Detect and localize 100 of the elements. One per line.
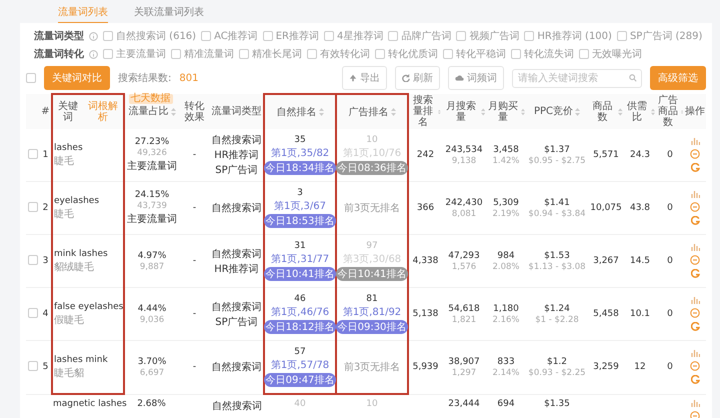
filter-option[interactable]: 转化优质词: [375, 47, 438, 61]
filter-option[interactable]: 自然搜索词 (616): [103, 29, 196, 43]
monthly-purchases: 984: [497, 250, 515, 260]
supply-demand-ratio: 14.5: [630, 256, 650, 266]
filter-option[interactable]: 转化流失词: [511, 47, 574, 61]
row-number: 1: [42, 150, 48, 160]
filter-option[interactable]: SP广告词 (289): [616, 29, 702, 43]
monthly-searches: 243,534: [445, 144, 483, 154]
traffic-tag: 主要流量词: [127, 159, 177, 173]
filter-option[interactable]: 有效转化词: [307, 47, 370, 61]
ppc-range: $0.93 - $2.25: [528, 368, 586, 378]
purchase-rate: 2.08%: [492, 262, 520, 272]
keyword-translation: 睫毛: [54, 208, 74, 220]
filter-option[interactable]: HR推荐词 (100): [524, 29, 612, 43]
rank-time-badge: 今日18:12排名: [264, 320, 336, 334]
monthly-purchases: 5,309: [493, 198, 519, 208]
product-count: 3,259: [593, 362, 619, 372]
no-rank-text: 前3页无排名: [344, 362, 400, 373]
search-rank: 4,338: [412, 256, 438, 266]
keyword-translation: 睫毛貂: [54, 366, 84, 380]
monthly-searches: 47,293: [448, 250, 480, 260]
rank-time-badge: 今日09:47排名: [264, 373, 336, 387]
rank-page: 第1页,46/76: [270, 306, 330, 319]
traffic-share: 27.23%: [134, 137, 170, 147]
rank-number: 31: [294, 241, 306, 251]
ppc-bid: $1.24: [544, 304, 570, 314]
monthly-purchases: 3,458: [493, 144, 519, 154]
keyword-type: 自然搜索词: [212, 400, 262, 412]
conversion-value: -: [192, 362, 196, 372]
column-header: 广告商品数: [656, 94, 684, 129]
column-header: 商品数: [588, 94, 624, 129]
ad-product-count: 0: [667, 362, 673, 372]
conversion-value: -: [192, 150, 196, 160]
traffic-count: 9,887: [140, 262, 164, 272]
keyword-text: lashes: [54, 142, 83, 152]
rank-page: 第1页,3/67: [274, 200, 326, 213]
filter-option[interactable]: 无效曝光词: [579, 47, 642, 61]
refresh-button[interactable]: 刷新: [395, 66, 440, 90]
keyword-type: 自然搜索词: [212, 360, 262, 374]
keyword-type: 自然搜索词: [212, 248, 262, 260]
supply-demand-ratio: 12: [634, 362, 646, 372]
keyword-translation: 貂绒睫毛: [54, 260, 94, 274]
keyword-text: mink lashes: [54, 248, 108, 258]
keyword-text: false eyelashes: [54, 302, 124, 312]
keyword-type: HR推荐词: [214, 262, 259, 276]
rank-number: 3: [297, 188, 303, 198]
ppc-bid: $1.41: [544, 198, 570, 208]
ad-product-count: 0: [667, 256, 673, 266]
ppc-range: $0.94 - $3.84: [528, 208, 586, 218]
monthly-searches-sub: 9,138: [452, 156, 476, 166]
column-header: 搜索量排名: [408, 94, 442, 129]
filter-option[interactable]: 转化平稳词: [443, 47, 506, 61]
ppc-bid: $1.35: [544, 398, 570, 408]
product-count: 3,267: [593, 256, 619, 266]
filter-option[interactable]: 主要流量词: [103, 47, 166, 61]
compare-button[interactable]: 关键词对比: [44, 66, 110, 90]
filter-option[interactable]: 4星推荐词: [324, 29, 384, 43]
conversion-value: -: [192, 309, 196, 319]
export-button[interactable]: 导出: [342, 66, 387, 90]
rank-time-badge: 今日18:34排名: [264, 161, 336, 175]
monthly-searches-sub: 1,821: [452, 314, 476, 324]
keyword-type: 自然搜索词: [212, 202, 262, 215]
filter-option[interactable]: 精准流量词: [171, 47, 234, 61]
filter-option[interactable]: AC推荐词: [201, 29, 258, 43]
ppc-range: $1 - $2.28: [535, 314, 579, 324]
rank-time-badge: 今日09:30排名: [336, 320, 408, 334]
advanced-filter-button[interactable]: 高级筛选: [650, 66, 706, 90]
filter-option[interactable]: 视频广告词: [456, 29, 520, 43]
search-rank: 366: [416, 203, 434, 213]
monthly-purchases: 1,180: [493, 304, 519, 314]
traffic-share: 24.15%: [134, 190, 170, 200]
filter-label: 流量词转化: [34, 47, 84, 61]
conversion-value: -: [192, 203, 196, 213]
search-rank: 242: [416, 150, 434, 160]
rank-number: 40: [294, 399, 306, 409]
rank-page: 第1页,57/78: [270, 359, 330, 372]
supply-demand-ratio: 43.8: [630, 203, 650, 213]
tab[interactable]: 关联流量词列表: [134, 3, 204, 24]
filter-label: 流量词类型: [34, 29, 84, 43]
filter-option[interactable]: ER推荐词: [262, 29, 320, 43]
ppc-bid: $1.2: [546, 356, 568, 367]
filter-option[interactable]: 品牌广告词: [388, 29, 452, 43]
column-header: #: [40, 94, 52, 129]
filter-option[interactable]: 精准长尾词: [239, 47, 302, 61]
ad-product-count: 0: [667, 203, 673, 213]
cloud-button[interactable]: 词频词: [448, 66, 504, 90]
purchase-rate: 2.14%: [492, 368, 520, 378]
keyword-text: eyelashes: [54, 196, 100, 206]
result-count-label: 搜索结果数:: [118, 72, 172, 85]
monthly-purchases: 694: [497, 398, 515, 408]
product-count: 5,571: [593, 150, 619, 160]
column-header: 操作: [684, 94, 706, 129]
traffic-count: 9,036: [140, 314, 164, 324]
rank-number: 46: [294, 294, 306, 304]
keyword-type: HR推荐词: [214, 148, 259, 162]
keyword-type: SP广告词: [215, 316, 258, 328]
column-header: 关键词 词根解析: [52, 94, 124, 129]
search-field[interactable]: 请输入关键词搜索: [512, 68, 642, 88]
rank-number: 35: [294, 135, 306, 145]
supply-demand-ratio: 24.3: [630, 150, 650, 160]
